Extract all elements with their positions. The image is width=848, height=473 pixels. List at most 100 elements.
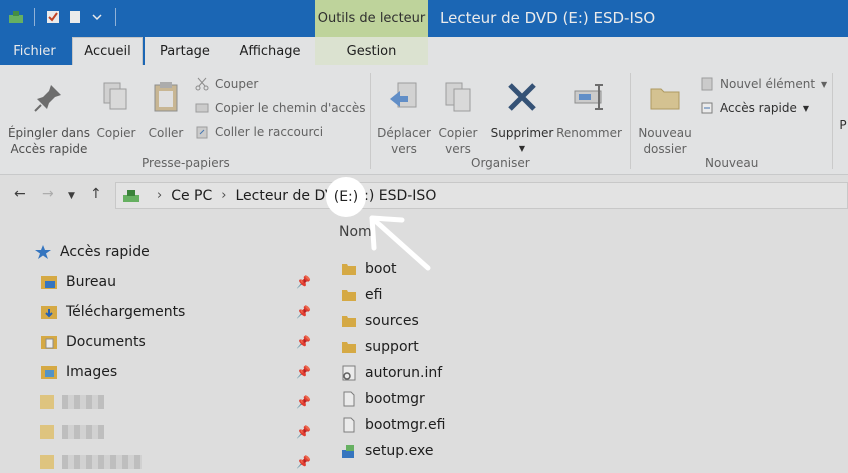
quick-access-toolbar <box>8 8 120 26</box>
tab-share[interactable]: Partage <box>145 37 225 65</box>
delete-button[interactable]: Supprimer ▼ <box>490 79 554 157</box>
breadcrumb-this-pc[interactable]: Ce PC <box>171 188 212 204</box>
pin-icon[interactable]: 📌 <box>296 305 311 319</box>
blurred-nav-item[interactable] <box>62 455 142 469</box>
easy-access-label: Accès rapide <box>720 101 797 115</box>
images-folder-icon <box>41 366 57 379</box>
file-row-support[interactable]: support <box>341 336 419 358</box>
pin-icon <box>34 85 61 112</box>
file-row-setup[interactable]: setup.exe <box>341 440 433 462</box>
drive-icon[interactable] <box>8 9 24 25</box>
delete-x-icon <box>508 83 536 111</box>
toolbar-separator <box>34 8 35 26</box>
nav-item-label: Téléchargements <box>66 304 186 320</box>
nav-item-label: Bureau <box>66 274 116 290</box>
cut-label: Couper <box>215 77 259 91</box>
pin-icon[interactable]: 📌 <box>296 275 311 289</box>
rename-label: Renommer <box>556 126 622 140</box>
tab-view[interactable]: Affichage <box>225 37 315 65</box>
forward-arrow-icon[interactable]: → <box>42 186 54 202</box>
new-folder-icon[interactable] <box>67 9 83 25</box>
properties-button-partial[interactable]: P <box>838 117 848 133</box>
nav-item-downloads[interactable]: Téléchargements <box>40 301 185 323</box>
up-arrow-icon[interactable]: ↑ <box>90 186 102 202</box>
new-folder-icon <box>650 88 680 110</box>
folder-icon <box>342 342 356 353</box>
easy-access-icon <box>701 102 713 114</box>
pin-icon[interactable]: 📌 <box>296 395 311 409</box>
nav-quick-access-label: Accès rapide <box>60 244 150 260</box>
file-name: bootmgr <box>365 391 425 407</box>
back-arrow-icon[interactable]: ← <box>14 186 26 202</box>
pin-quick-access-button[interactable]: Épingler dans Accès rapide <box>6 79 92 157</box>
scissors-icon <box>195 77 209 91</box>
clipboard-icon <box>154 82 178 112</box>
pin-icon[interactable]: 📌 <box>296 365 311 379</box>
tab-file[interactable]: Fichier <box>0 37 69 65</box>
paste-button[interactable]: Coller <box>144 79 188 141</box>
paste-shortcut-icon <box>196 126 208 139</box>
file-row-autorun[interactable]: autorun.inf <box>341 362 442 384</box>
file-name: autorun.inf <box>365 365 443 381</box>
downloads-folder-icon <box>41 306 57 319</box>
pin-icon[interactable]: 📌 <box>296 425 311 439</box>
nav-quick-access[interactable]: Accès rapide <box>34 241 150 263</box>
move-to-button[interactable]: Déplacer vers <box>376 79 432 157</box>
chevron-down-icon: ▼ <box>802 103 810 113</box>
new-group-label: Nouveau <box>705 156 759 170</box>
file-row-bootmgr[interactable]: bootmgr <box>341 388 425 410</box>
file-row-sources[interactable]: sources <box>341 310 419 332</box>
recent-chevron-down-icon[interactable]: ▼ <box>68 191 75 201</box>
tab-home[interactable]: Accueil <box>72 37 143 65</box>
copy-path-button[interactable]: Copier le chemin d'accès <box>195 97 365 119</box>
blurred-nav-item[interactable] <box>62 425 104 439</box>
pin-icon[interactable]: 📌 <box>296 455 311 469</box>
chevron-right-icon: › <box>221 188 227 203</box>
copy-to-label: Copier vers <box>438 126 478 156</box>
group-separator <box>832 73 833 169</box>
window-title: Lecteur de DVD (E:) ESD-ISO <box>440 9 656 27</box>
pin-icon[interactable]: 📌 <box>296 335 311 349</box>
new-folder-label: Nouveau dossier <box>638 126 692 156</box>
copy-label: Copier <box>96 126 136 140</box>
file-name: bootmgr.efi <box>365 417 446 433</box>
properties-icon[interactable] <box>45 9 61 25</box>
folder-icon <box>342 316 356 327</box>
group-separator <box>370 73 371 169</box>
address-bar[interactable]: › Ce PC › Lecteur de DVD (E:) ESD-ISO <box>115 182 848 209</box>
new-item-button[interactable]: Nouvel élément ▼ <box>700 73 827 95</box>
easy-access-button[interactable]: Accès rapide ▼ <box>700 97 809 119</box>
copy-button[interactable]: Copier <box>94 79 138 141</box>
paste-shortcut-button[interactable]: Coller le raccourci <box>195 121 323 143</box>
copy-path-icon <box>195 103 209 113</box>
nav-item-desktop[interactable]: Bureau <box>40 271 116 293</box>
copy-to-button[interactable]: Copier vers <box>434 79 482 157</box>
file-row-bootmgr-efi[interactable]: bootmgr.efi <box>341 414 445 436</box>
pin-label-line1: Épingler dans Accès rapide <box>7 126 91 156</box>
copy-to-icon <box>445 82 471 112</box>
file-name: sources <box>365 313 419 329</box>
setup-exe-icon <box>342 445 354 458</box>
paste-shortcut-label: Coller le raccourci <box>215 125 324 139</box>
chevron-down-icon: ▼ <box>518 144 526 153</box>
chevron-down-icon[interactable] <box>89 9 105 25</box>
file-row-efi[interactable]: efi <box>341 284 382 306</box>
file-icon <box>343 417 355 433</box>
chevron-right-icon: › <box>157 188 163 203</box>
file-name: setup.exe <box>365 443 434 459</box>
nav-item-documents[interactable]: Documents <box>40 331 146 353</box>
tab-manage[interactable]: Gestion <box>315 37 428 65</box>
file-icon <box>343 391 355 407</box>
cut-button[interactable]: Couper <box>195 73 258 95</box>
folder-icon <box>342 290 356 301</box>
star-icon <box>35 245 51 259</box>
clipboard-group-label: Presse-papiers <box>142 156 230 170</box>
rename-button[interactable]: Renommer <box>556 79 622 141</box>
pointer-arrow-icon <box>369 215 431 271</box>
nav-item-images[interactable]: Images <box>40 361 117 383</box>
nav-item-label: Documents <box>66 334 146 350</box>
copy-path-label: Copier le chemin d'accès <box>215 101 366 115</box>
paste-label: Coller <box>148 126 184 140</box>
blurred-nav-item[interactable] <box>62 395 104 409</box>
new-folder-button[interactable]: Nouveau dossier <box>636 79 694 157</box>
